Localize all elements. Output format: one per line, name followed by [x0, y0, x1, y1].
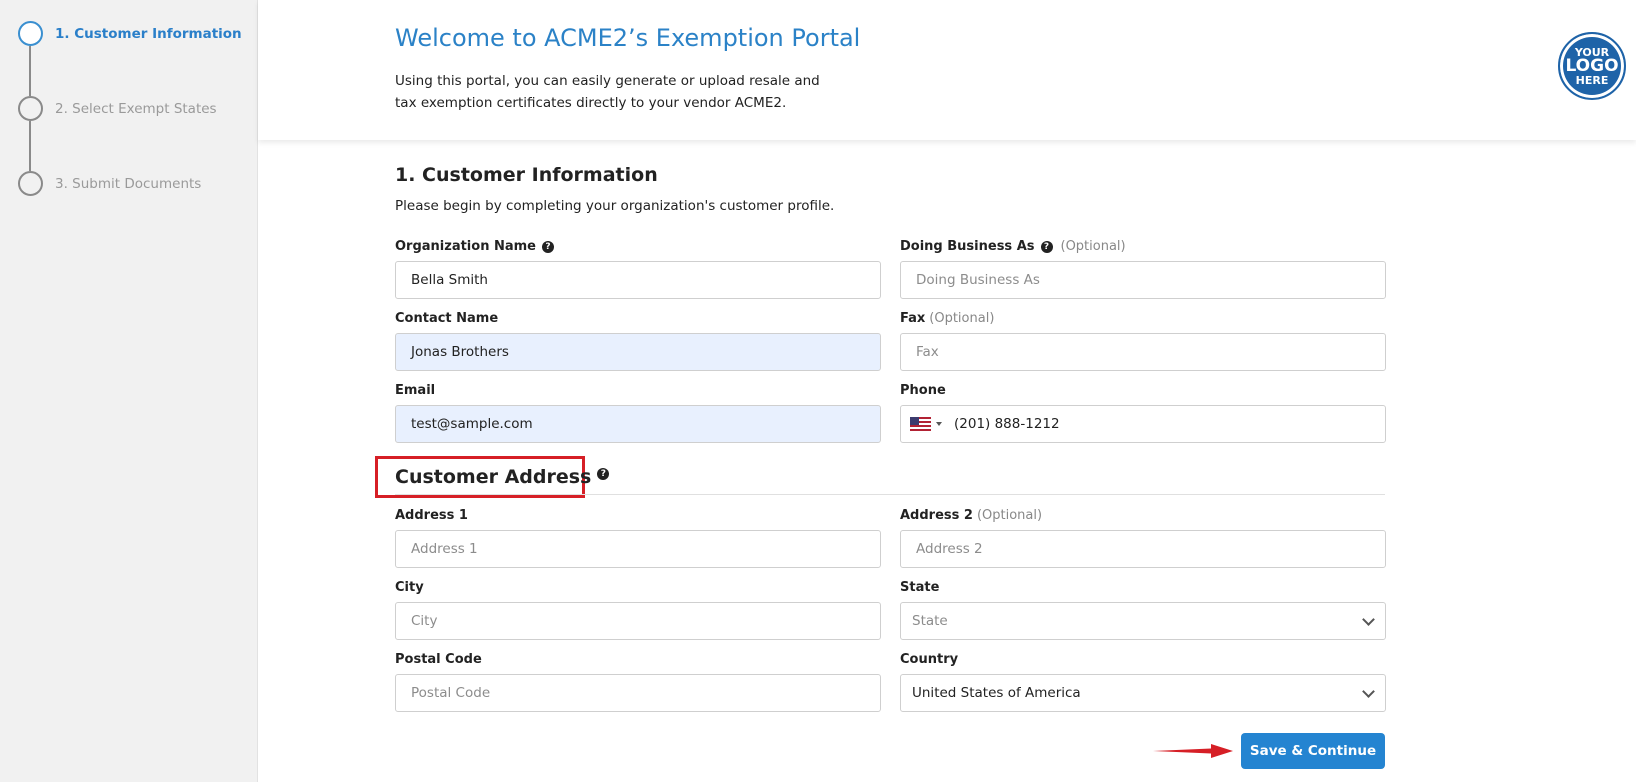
divider [395, 494, 1385, 495]
org-name-label: Organization Name ? [395, 239, 554, 254]
fax-input[interactable]: Fax [900, 333, 1386, 371]
step-label: 2. Select Exempt States [55, 100, 217, 117]
help-icon[interactable]: ? [542, 240, 554, 253]
step-submit-documents[interactable]: 3. Submit Documents [18, 171, 201, 196]
step-label: 3. Submit Documents [55, 175, 202, 192]
step-circle-icon [18, 171, 43, 196]
step-label: 1. Customer Information [55, 25, 242, 42]
email-label: Email [395, 383, 436, 398]
address1-input[interactable]: Address 1 [395, 530, 881, 568]
org-name-input[interactable]: Bella Smith [395, 261, 881, 299]
section-subtitle: Please begin by completing your organiza… [395, 198, 835, 214]
step-circle-icon [18, 96, 43, 121]
step-connector [29, 121, 31, 171]
customer-address-title: Customer Address ? [395, 466, 610, 488]
save-continue-button[interactable]: Save & Continue [1241, 733, 1385, 769]
email-field[interactable]: test@sample.com [395, 405, 881, 443]
city-input[interactable]: City [395, 602, 881, 640]
sidebar: 1. Customer Information 2. Select Exempt… [0, 0, 258, 782]
step-connector [29, 46, 31, 96]
country-label: Country [900, 652, 959, 667]
page-title: Welcome to ACME2’s Exemption Portal [395, 24, 861, 52]
address2-label: Address 2 (Optional) [900, 508, 1043, 523]
postal-code-input[interactable]: Postal Code [395, 674, 881, 712]
phone-label: Phone [900, 383, 946, 398]
us-flag-icon[interactable] [910, 417, 931, 431]
help-icon[interactable]: ? [597, 468, 610, 480]
step-customer-information[interactable]: 1. Customer Information [18, 21, 242, 46]
fax-label: Fax (Optional) [900, 311, 995, 326]
help-icon[interactable]: ? [1040, 240, 1053, 253]
section-title: 1. Customer Information [395, 164, 658, 186]
intro-text: Using this portal, you can easily genera… [395, 73, 820, 111]
caret-down-icon[interactable] [936, 422, 942, 426]
contact-name-input[interactable]: Jonas Brothers [395, 333, 881, 371]
chevron-down-icon [1362, 685, 1375, 698]
chevron-down-icon [1362, 613, 1375, 626]
state-select[interactable]: State [900, 602, 1386, 640]
step-select-exempt-states[interactable]: 2. Select Exempt States [18, 96, 217, 121]
address2-input[interactable]: Address 2 [900, 530, 1386, 568]
company-logo: YOUR LOGO HERE [1558, 32, 1626, 100]
annotation-arrow-icon [1153, 744, 1233, 758]
step-circle-icon [18, 21, 43, 46]
phone-input[interactable]: (201) 888-1212 [900, 405, 1386, 443]
postal-code-label: Postal Code [395, 652, 482, 667]
country-select[interactable]: United States of America [900, 674, 1386, 712]
state-label: State [900, 580, 940, 595]
page-header: Welcome to ACME2’s Exemption Portal Usin… [258, 0, 1636, 140]
contact-name-label: Contact Name [395, 311, 499, 326]
city-label: City [395, 580, 424, 595]
dba-input[interactable]: Doing Business As [900, 261, 1386, 299]
dba-label: Doing Business As ? (Optional) [900, 239, 1126, 254]
address1-label: Address 1 [395, 508, 468, 523]
